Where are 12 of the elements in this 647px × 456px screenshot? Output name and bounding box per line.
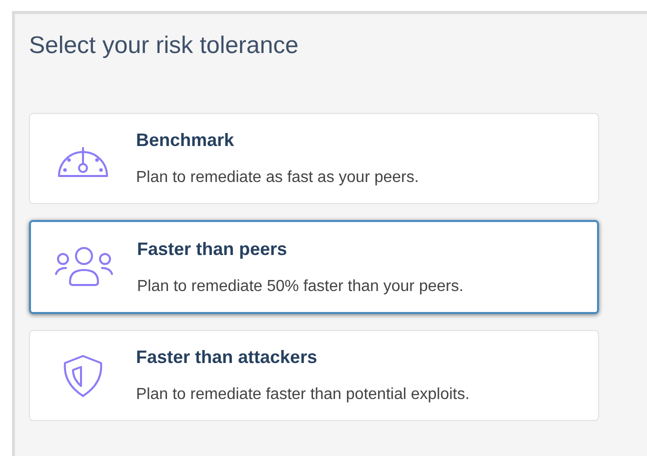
option-card[interactable]: Benchmark Plan to remediate as fast as your peers. <box>29 113 599 204</box>
option-description: Plan to remediate 50% faster than your peers. <box>137 276 464 296</box>
shield-icon <box>61 352 105 398</box>
people-icon <box>54 246 114 288</box>
option-title: Faster than attackers <box>136 346 318 369</box>
option-card[interactable]: Faster than attackers Plan to remediate faster than potential exploits. <box>29 330 599 421</box>
option-description: Plan to remediate faster than potential exploits. <box>136 385 470 405</box>
option-card[interactable]: Faster than peers Plan to remediate 50% faster than your peers. <box>29 220 599 314</box>
panel-title: Select your risk tolerance <box>29 31 300 61</box>
option-title: Benchmark <box>136 129 236 152</box>
option-title: Faster than peers <box>137 238 288 261</box>
option-description: Plan to remediate as fast as your peers. <box>136 168 419 188</box>
